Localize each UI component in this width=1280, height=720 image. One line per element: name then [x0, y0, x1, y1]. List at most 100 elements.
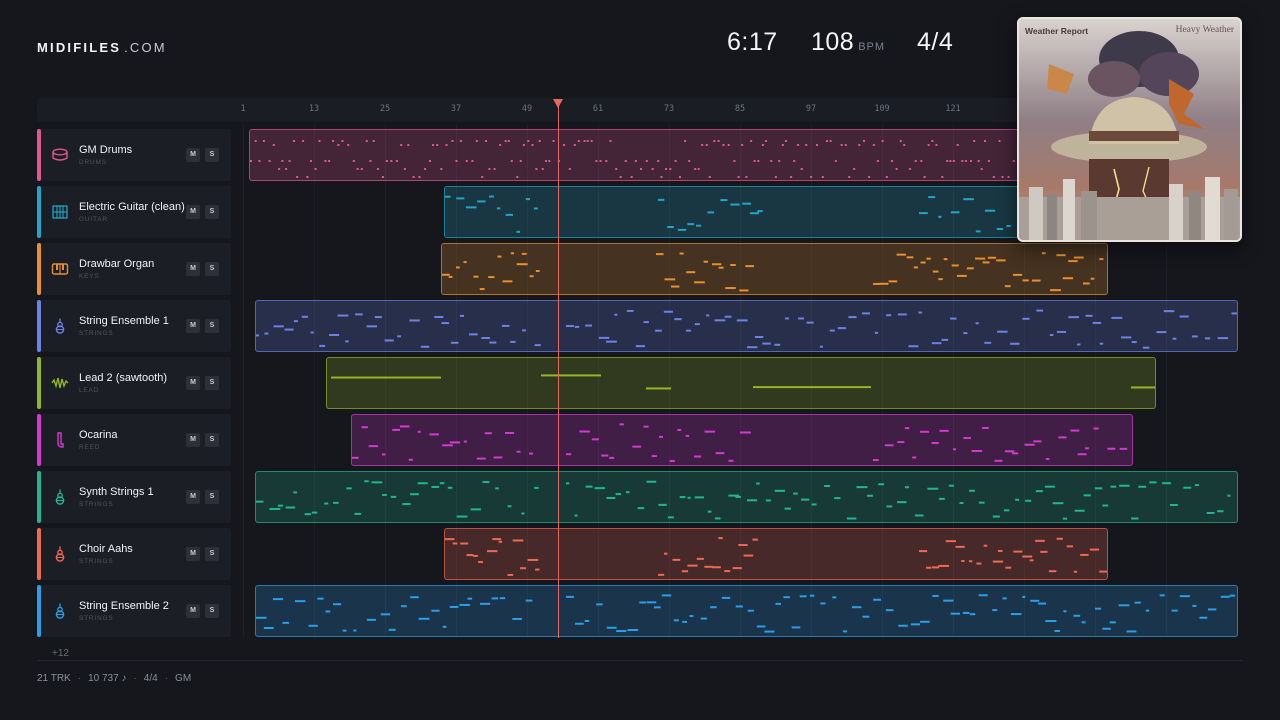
solo-button[interactable]: S — [205, 319, 219, 333]
midi-note — [566, 325, 574, 328]
solo-button[interactable]: S — [205, 262, 219, 276]
midi-note — [1206, 511, 1215, 514]
midi-clip[interactable] — [255, 471, 1238, 523]
midi-clip[interactable] — [255, 585, 1238, 637]
midi-note — [963, 437, 971, 440]
midi-note — [711, 263, 722, 266]
mute-button[interactable]: M — [186, 319, 200, 333]
midi-note — [616, 630, 627, 633]
midi-note — [522, 329, 526, 332]
midi-note — [645, 160, 648, 162]
mute-button[interactable]: M — [186, 433, 200, 447]
midi-note — [1231, 312, 1237, 315]
midi-note — [938, 497, 945, 500]
midi-note — [705, 144, 708, 146]
midi-note — [502, 280, 513, 283]
midi-note — [463, 261, 467, 264]
violin-icon — [51, 602, 69, 620]
ruler-tick: 97 — [805, 104, 817, 114]
midi-note — [983, 544, 988, 547]
midi-note — [969, 489, 975, 492]
midi-note — [829, 329, 835, 332]
midi-note — [868, 176, 871, 178]
solo-button[interactable]: S — [205, 376, 219, 390]
midi-note — [987, 256, 997, 259]
midi-note — [420, 345, 430, 348]
midi-note — [469, 333, 478, 336]
midi-note — [332, 603, 342, 606]
solo-button[interactable]: S — [205, 604, 219, 618]
midi-clip[interactable] — [326, 357, 1156, 409]
track-header[interactable]: String Ensemble 1 STRINGS M S — [37, 300, 231, 352]
midi-note — [278, 168, 281, 170]
solo-button[interactable]: S — [205, 205, 219, 219]
midi-note — [1058, 436, 1067, 439]
track-header[interactable]: Choir Aahs STRINGS M S — [37, 528, 231, 580]
solo-button[interactable]: S — [205, 547, 219, 561]
midi-note — [674, 160, 677, 162]
midi-note — [586, 140, 589, 142]
midi-note — [272, 598, 283, 601]
midi-clip[interactable] — [444, 528, 1108, 580]
midi-note — [481, 176, 484, 178]
track-header[interactable]: Synth Strings 1 STRINGS M S — [37, 471, 231, 523]
midi-note — [507, 573, 514, 576]
track-header[interactable]: Drawbar Organ KEYS M S — [37, 243, 231, 295]
midi-note — [984, 341, 992, 344]
midi-note — [665, 168, 668, 170]
mute-button[interactable]: M — [186, 547, 200, 561]
midi-note — [943, 599, 954, 602]
mute-button[interactable]: M — [186, 490, 200, 504]
solo-button[interactable]: S — [205, 148, 219, 162]
track-header[interactable]: String Ensemble 2 STRINGS M S — [37, 585, 231, 637]
midi-note — [643, 425, 649, 428]
midi-note — [696, 557, 704, 560]
midi-clip[interactable] — [249, 129, 1020, 181]
midi-note — [1207, 608, 1217, 611]
track-header[interactable]: Ocarina REED M S — [37, 414, 231, 466]
midi-note — [657, 160, 660, 162]
midi-note — [366, 325, 377, 328]
mute-button[interactable]: M — [186, 604, 200, 618]
midi-note — [1183, 486, 1192, 489]
midi-note — [552, 140, 555, 142]
midi-note — [442, 273, 450, 276]
midi-note — [630, 176, 633, 178]
mute-button[interactable]: M — [186, 148, 200, 162]
midi-note — [919, 212, 928, 215]
track-header[interactable]: Lead 2 (sawtooth) LEAD M S — [37, 357, 231, 409]
midi-clip[interactable] — [444, 186, 1020, 238]
track-color-bar — [37, 300, 41, 352]
midi-note — [733, 160, 736, 162]
midi-note — [455, 160, 458, 162]
midi-note — [1110, 485, 1117, 488]
playhead[interactable] — [558, 103, 559, 638]
midi-note — [412, 176, 415, 178]
midi-note — [1119, 447, 1128, 450]
mute-button[interactable]: M — [186, 205, 200, 219]
track-header[interactable]: GM Drums DRUMS M S — [37, 129, 231, 181]
midi-clip[interactable] — [351, 414, 1133, 466]
track-category: GUITAR — [79, 216, 108, 223]
midi-note — [952, 160, 955, 162]
more-tracks-count[interactable]: +12 — [52, 648, 69, 659]
midi-note — [931, 140, 934, 142]
midi-note — [658, 198, 665, 201]
midi-clip[interactable] — [255, 300, 1238, 352]
midi-note — [590, 140, 593, 142]
solo-button[interactable]: S — [205, 433, 219, 447]
midi-note — [507, 505, 512, 508]
mute-button[interactable]: M — [186, 376, 200, 390]
midi-note — [1010, 613, 1022, 616]
solo-button[interactable]: S — [205, 490, 219, 504]
playhead-handle[interactable] — [553, 99, 563, 108]
midi-clip[interactable] — [441, 243, 1108, 295]
midi-note — [714, 517, 721, 520]
midi-note — [566, 595, 574, 598]
midi-note — [770, 160, 773, 162]
midi-note — [456, 515, 468, 518]
mute-button[interactable]: M — [186, 262, 200, 276]
midi-note — [811, 503, 817, 506]
track-header[interactable]: Electric Guitar (clean) GUITAR M S — [37, 186, 231, 238]
brand-logo[interactable]: MIDIFILES .COM — [37, 40, 167, 55]
